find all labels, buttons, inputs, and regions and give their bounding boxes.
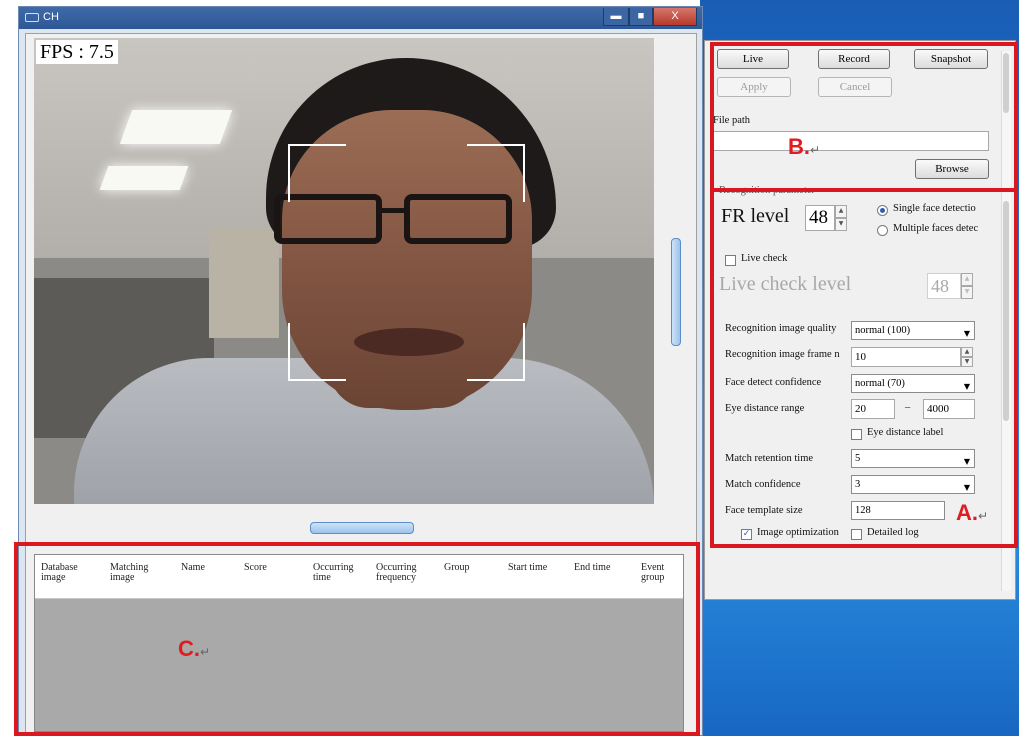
horizontal-scrollbar-thumb[interactable]	[310, 522, 414, 534]
annotation-a-text: A.	[956, 500, 978, 525]
annotation-b-text: B.	[788, 134, 810, 159]
subject-mouth	[354, 328, 464, 356]
face-box-corner-top-left	[288, 144, 346, 202]
subject-glasses	[274, 194, 530, 254]
annotation-box-c	[14, 542, 700, 736]
face-box-corner-bottom-right	[467, 323, 525, 381]
return-mark: ↵	[810, 143, 821, 157]
close-button[interactable]: X	[653, 8, 697, 26]
minimize-button[interactable]: ▬	[603, 8, 629, 26]
face-box-corner-bottom-left	[288, 323, 346, 381]
annotation-c-text: C.	[178, 636, 200, 661]
annotation-box-b	[710, 42, 1018, 192]
annotation-label-b: B.↵	[788, 134, 820, 160]
camera-view: FPS : 7.5	[34, 38, 654, 504]
ceiling-light	[99, 166, 189, 190]
window-title: CH	[43, 11, 59, 23]
fps-label: FPS : 7.5	[36, 40, 118, 64]
title-bar[interactable]: CH ▬ ■ X	[19, 7, 702, 29]
app-icon	[25, 13, 39, 22]
return-mark: ↵	[978, 509, 989, 523]
annotation-label-a: A.↵	[956, 500, 988, 526]
annotation-box-a	[710, 188, 1018, 548]
ceiling-light	[119, 110, 233, 144]
annotation-label-c: C.↵	[178, 636, 210, 662]
face-box-corner-top-right	[467, 144, 525, 202]
vertical-scrollbar-thumb[interactable]	[671, 238, 681, 346]
maximize-button[interactable]: ■	[629, 8, 653, 26]
camera-bulletin	[209, 228, 279, 338]
return-mark: ↵	[200, 645, 211, 659]
